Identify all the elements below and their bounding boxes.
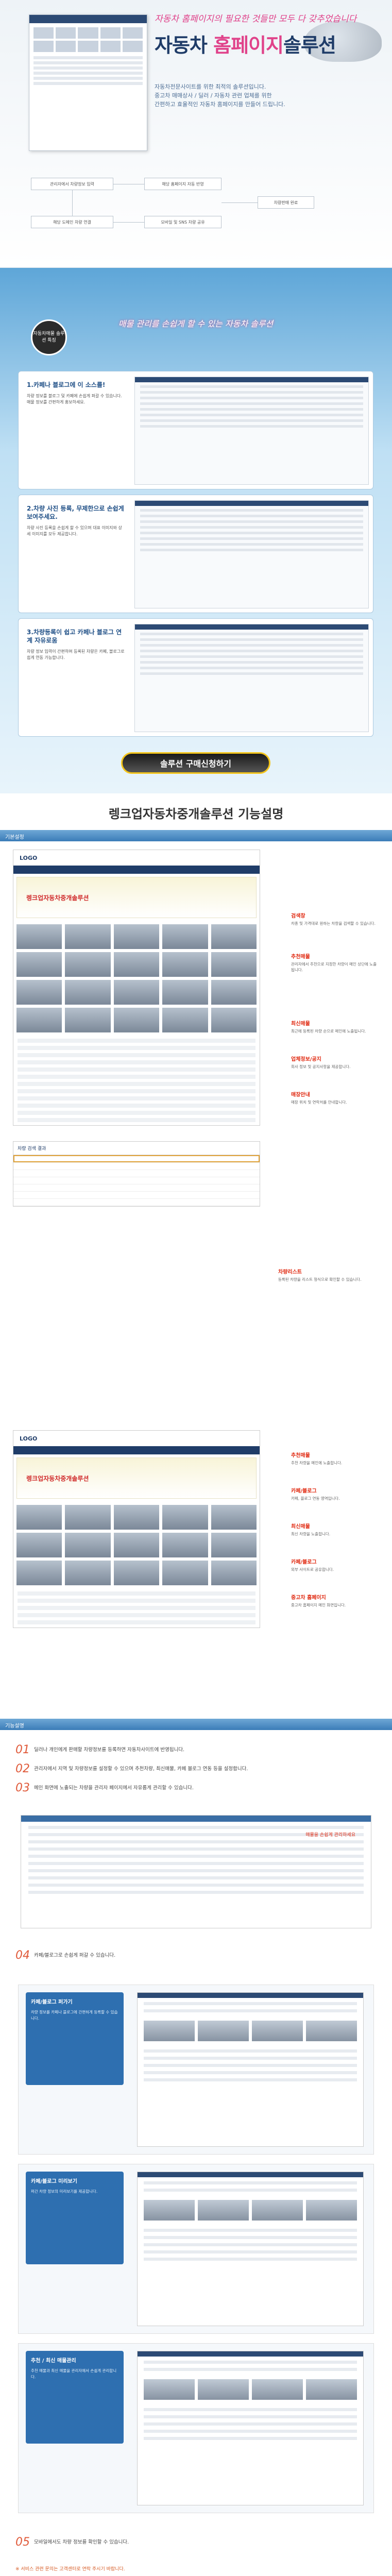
hero-title: 자동차 홈페이지솔루션 bbox=[155, 34, 336, 57]
features-banner: 매물 관리를 손쉽게 할 수 있는 자동차 솔루션 bbox=[118, 319, 274, 329]
search-result-table: 차량 검색 결과 bbox=[13, 1141, 260, 1207]
footer-note: ※ 서비스 관련 문의는 고객센터로 연락 주시기 바랍니다. bbox=[15, 2567, 125, 2572]
explanation-section: 기능설명 01 딜러나 개인에게 판매할 차량정보를 등록하면 자동차사이트에 반… bbox=[0, 1719, 392, 2572]
hero-screenshot bbox=[29, 14, 147, 151]
admin-callout: 매물을 손쉽게 관리하세요 bbox=[305, 1833, 355, 1838]
flow-step-1: 관리자에서 차량정보 입력 bbox=[31, 178, 113, 190]
process-flow: 관리자에서 차량정보 입력 해당 홈페이지 자동 반영 해당 도메인 차량 연결… bbox=[31, 178, 361, 255]
panel-2: 카페/블로그 미리보기 퍼간 차량 정보의 미리보기를 제공합니다. bbox=[18, 2164, 374, 2334]
feature-screenshot-3 bbox=[134, 624, 369, 732]
admin-screenshot: 매물을 손쉽게 관리하세요 bbox=[21, 1815, 371, 1928]
mock-banner: 렝크업자동차중개솔루션 bbox=[16, 877, 257, 918]
feature-screenshot-2 bbox=[134, 500, 369, 608]
flow-step-5: 차량판매 완료 bbox=[258, 196, 314, 209]
step-5: 05 모바일에서도 차량 정보를 확인할 수 있습니다. bbox=[15, 2536, 129, 2549]
steps-list: 01 딜러나 개인에게 판매할 차량정보를 등록하면 자동차사이트에 반영됩니다.… bbox=[0, 1730, 392, 1808]
mock-side-notes-2: 추천매물 추천 차량을 메인에 노출합니다. 카페/블로그 카페, 블로그 연동 영… bbox=[291, 1453, 346, 1607]
main-page-section: LOGO 렝크업자동차중개솔루션 추천매물 추천 차량을 메인에 노출합니다. 카… bbox=[0, 1430, 392, 1719]
feature-card-2: 2.차량 사진 등록, 무제한으로 손쉽게 보여주세요. 차량 사진 등록을 손… bbox=[18, 495, 373, 613]
feature-card-3: 3.차량등록이 쉽고 카페나 블로그 연계 자유로움 차량 정보 입력이 간편하… bbox=[18, 618, 373, 737]
site-mockup-2: LOGO 렝크업자동차중개솔루션 추천매물 추천 차량을 메인에 노출합니다. 카… bbox=[13, 1430, 379, 1628]
step-4: 04 카페/블로그로 손쉽게 퍼갈 수 있습니다. bbox=[15, 1949, 116, 1962]
section-tab-function: 기능설명 bbox=[0, 1719, 392, 1730]
section-tab-basic: 기본설정 bbox=[0, 830, 392, 841]
function-section: 렝크업자동차중개솔루션 기능설명 기본설정 LOGO 렝크업자동차중개솔루션 검… bbox=[0, 804, 392, 1422]
mock-side-notes: 검색창 차종 및 가격대로 원하는 차량을 검색할 수 있습니다. 추천매물 관리자… bbox=[291, 913, 377, 1105]
flow-step-2: 해당 홈페이지 자동 반영 bbox=[144, 178, 221, 190]
feature-card-1: 1.카페나 블로그에 이 소스를! 차량 정보를 블로그 및 카페에 손쉽게 퍼… bbox=[18, 371, 373, 489]
flow-step-4: 모바일 및 SNS 차량 공유 bbox=[144, 216, 221, 228]
page: 자동차 홈페이지의 필요한 것들만 모두 다 갖추었습니다 자동차 홈페이지솔루… bbox=[0, 0, 392, 2572]
step-2: 02 관리자에서 지역 및 차량정보를 설정할 수 있으며 추천차량, 최신매물,… bbox=[15, 1762, 248, 1775]
features-section: 자동차매물 솔루션 특징 매물 관리를 손쉽게 할 수 있는 자동차 솔루션 1… bbox=[0, 268, 392, 793]
panel-3: 추천 / 최신 매물관리 추천 매물과 최신 매물을 관리자에서 손쉽게 관리합니… bbox=[18, 2343, 374, 2513]
step-3: 03 메인 화면에 노출되는 차량을 관리자 페이지에서 자유롭게 관리할 수 있… bbox=[15, 1782, 194, 1794]
step-1: 01 딜러나 개인에게 판매할 차량정보를 등록하면 자동차사이트에 반영됩니다. bbox=[15, 1743, 185, 1756]
hero-tagline: 자동차 홈페이지의 필요한 것들만 모두 다 갖추었습니다 bbox=[155, 14, 357, 24]
features-badge: 자동차매물 솔루션 특징 bbox=[31, 319, 67, 355]
panel-1: 카페/블로그 퍼가기 차량 정보를 카페나 블로그에 간편하게 등록할 수 있습니… bbox=[18, 1985, 374, 2155]
flow-step-3: 해당 도메인 차량 연결 bbox=[31, 216, 113, 228]
section-title: 렝크업자동차중개솔루션 기능설명 bbox=[108, 807, 284, 821]
hero-section: 자동차 홈페이지의 필요한 것들만 모두 다 갖추었습니다 자동차 홈페이지솔루… bbox=[0, 0, 392, 268]
buy-solution-button[interactable]: 솔루션 구매신청하기 bbox=[121, 752, 270, 774]
site-mockup: LOGO 렝크업자동차중개솔루션 검색창 차종 및 가격대로 원하는 차량을 검색… bbox=[13, 850, 379, 1126]
mock-logo: LOGO bbox=[20, 854, 38, 861]
table-side-note: 차량리스트 등록된 차량을 리스트 형식으로 확인할 수 있습니다. bbox=[278, 1269, 362, 1282]
feature-screenshot-1 bbox=[134, 377, 369, 485]
hero-description: 자동차전문사이트를 위한 최적의 솔루션입니다. 중고차 매매상사 / 딜러 /… bbox=[155, 83, 285, 108]
